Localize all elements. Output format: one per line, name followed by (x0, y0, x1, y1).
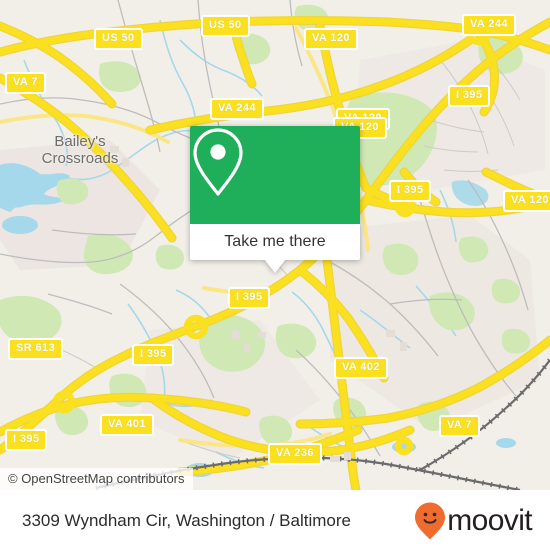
road-shield: US 50 (94, 28, 143, 50)
moovit-map-screen: .water{fill:#a5d8ea;} .stream{fill:none;… (0, 0, 550, 550)
footer-address-label: 3309 Wyndham Cir, Washington / Baltimore (22, 510, 351, 530)
road-shield: VA 402 (334, 357, 388, 379)
moovit-wordmark: moovit (447, 503, 532, 537)
road-shield: VA 7 (5, 72, 46, 94)
road-shield: VA 244 (210, 98, 264, 120)
place-label-line1: Bailey's (54, 133, 106, 150)
take-me-there-label: Take me there (224, 233, 326, 250)
callout-pointer-tail (264, 259, 286, 273)
map-canvas[interactable]: .water{fill:#a5d8ea;} .stream{fill:none;… (0, 0, 550, 490)
moovit-brand[interactable]: moovit (414, 501, 533, 541)
road-shield: I 395 (389, 180, 432, 202)
place-label-baileys-crossroads: Bailey's Crossroads (40, 133, 120, 167)
callout-image-panel (190, 126, 360, 224)
road-shield: SR 613 (8, 338, 64, 360)
road-shield: VA 236 (268, 443, 322, 465)
road-shield: VA 120 (503, 190, 550, 212)
road-shield: VA 7 (439, 415, 480, 437)
callout-action-bar[interactable]: Take me there (190, 224, 360, 273)
map-attribution[interactable]: © OpenStreetMap contributors (0, 468, 193, 490)
road-shield: VA 244 (462, 14, 516, 36)
road-shield: I 395 (448, 85, 491, 107)
place-label-line2: Crossroads (41, 150, 119, 167)
road-shield: I 395 (228, 287, 271, 309)
road-shield: VA 401 (100, 414, 154, 436)
moovit-smiley-pin-icon (415, 502, 446, 539)
road-shield: I 395 (132, 344, 175, 366)
footer-bar: 3309 Wyndham Cir, Washington / Baltimore… (0, 490, 550, 550)
location-callout-card[interactable]: Take me there (190, 126, 360, 273)
road-shield: I 395 (5, 429, 48, 451)
road-shield: US 50 (201, 15, 250, 37)
location-pin-icon (193, 128, 243, 196)
road-shield: VA 120 (304, 28, 358, 50)
